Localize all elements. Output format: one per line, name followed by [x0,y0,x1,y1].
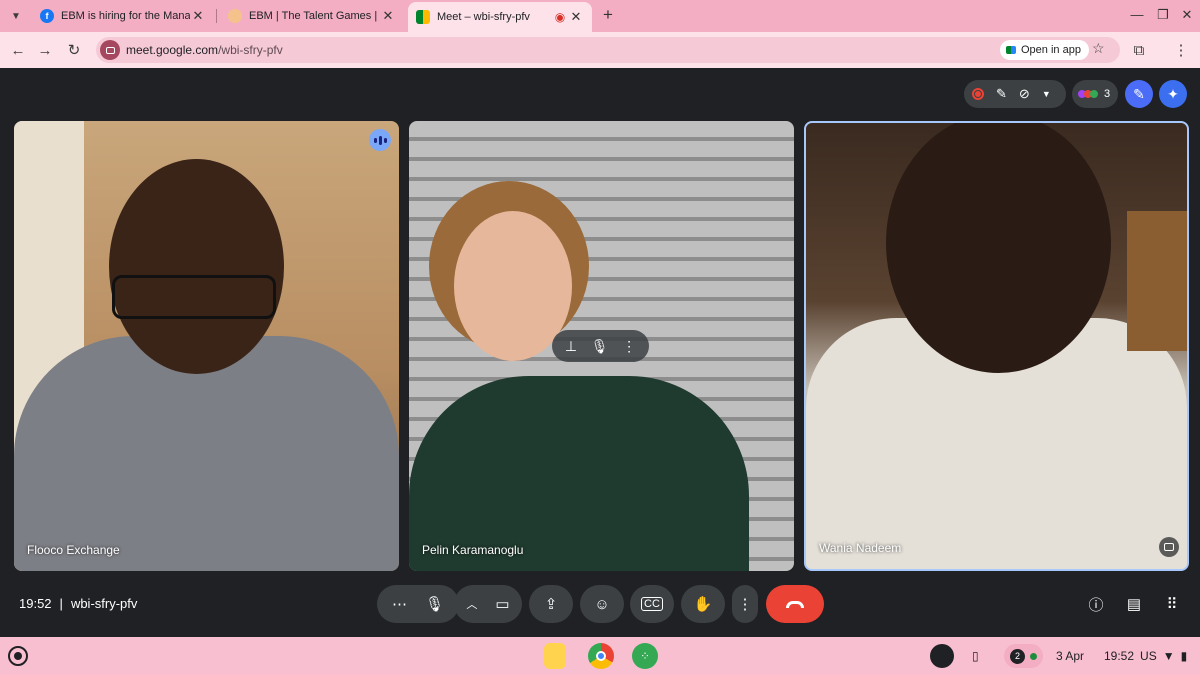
participants-button[interactable]: 3 [1072,80,1118,108]
speaking-indicator-icon [369,129,391,151]
notifications-button[interactable]: 2 [1004,644,1043,668]
camera-icon[interactable]: ▭ [495,595,509,613]
browser-toolbar: ← → ↻ meet.google.com/wbi-sfry-pfv Open … [0,32,1200,68]
more-options-button[interactable]: ⋮ [732,585,758,623]
hand-icon: ✋ [693,596,713,613]
minimize-icon[interactable]: — [1128,7,1146,22]
raise-hand-button[interactable]: ✋ [681,585,725,623]
site-info-icon[interactable] [100,40,120,60]
close-window-icon[interactable]: ✕ [1178,7,1196,23]
launcher-icon[interactable] [8,646,28,666]
more-options-icon: ⋮ [737,596,753,613]
mic-icon[interactable]: 🎙 [425,595,444,613]
captions-button[interactable]: CC [630,585,674,623]
date-label[interactable]: 3 Apr [1056,644,1084,668]
open-in-app-button[interactable]: Open in app [1000,40,1089,60]
url-text[interactable]: meet.google.com/wbi-sfry-pfv [126,43,283,57]
meet-icon [416,10,430,24]
chat-icon[interactable]: ▤ [1122,592,1146,616]
page-icon [228,9,242,23]
audio-options-icon[interactable]: ⋯ [392,595,407,613]
address-bar[interactable]: meet.google.com/wbi-sfry-pfv Open in app… [96,37,1120,63]
files-app-icon[interactable]: ⁘ [632,643,658,669]
reactions-button[interactable]: ☺ [580,585,624,623]
participant-tile[interactable]: Wania Nadeem [804,121,1189,571]
meet-app-icon [1006,46,1016,54]
new-tab-button[interactable]: + [598,5,618,25]
camera-control-group: ︿ ▭ [454,585,522,623]
participant-video [109,159,284,374]
restore-icon[interactable]: ❐ [1154,7,1172,23]
close-tab-icon[interactable]: ✕ [380,8,396,24]
battery-icon: ▮ [1180,649,1188,663]
back-arrow-icon[interactable]: ← [7,39,29,61]
participant-avatars-icon [1078,90,1098,98]
wifi-icon: ▼ [1162,649,1175,663]
close-tab-icon[interactable]: ✕ [568,9,584,25]
extensions-icon[interactable]: ⧉ [1128,39,1150,61]
participant-video [886,123,1111,373]
present-screen-button[interactable]: ⇪ [529,585,573,623]
bookmark-star-icon[interactable]: ☆ [1092,40,1105,57]
tab-search-chevron-icon[interactable]: ▼ [6,6,26,26]
mic-icon[interactable]: 🎙 [591,338,609,355]
more-menu-icon[interactable]: ⋮ [1170,39,1192,61]
phone-hub-icon[interactable]: ▯ [972,644,979,668]
camera-off-icon: ⊘ [1018,86,1030,101]
leave-call-button[interactable] [766,585,824,623]
avatar[interactable] [930,644,954,668]
meeting-status-pill[interactable]: ✎ ⊘ ▼ [964,80,1066,108]
participant-name: Wania Nadeem [819,541,902,555]
keep-app-icon[interactable] [544,643,566,669]
os-shelf: ⁘ ▯ 2 3 Apr 19:52 US ▼ ▮ [0,637,1200,675]
participant-name: Flooco Exchange [27,543,120,557]
meet-stage: ✎ ⊘ ▼ 3 ✎ ✦ Flooco Exchange ⊥ 🎙 ⋮ Pelin … [0,68,1200,637]
captions-icon: CC [641,597,663,611]
system-tray[interactable]: 19:52 US ▼ ▮ [1104,644,1187,668]
forward-arrow-icon[interactable]: → [34,39,56,61]
facebook-icon: f [40,9,54,23]
mic-control-group: ⋯ 🎙 [377,585,459,623]
chevron-down-icon: ▼ [1041,89,1051,99]
pin-icon[interactable]: ⊥ [565,338,577,355]
participant-tile[interactable]: ⊥ 🎙 ⋮ Pelin Karamanoglu [409,121,794,571]
background-frame [1127,211,1187,351]
tab-meet[interactable]: Meet – wbi-sfry-pfv ◉ ✕ [408,2,592,32]
present-screen-icon: ⇪ [544,596,558,613]
expand-icon[interactable] [1159,537,1179,557]
more-options-icon[interactable]: ⋮ [622,338,636,355]
participant-video [409,376,749,571]
activities-icon[interactable]: ⠿ [1160,592,1184,616]
tab-ebm-hiring[interactable]: f EBM is hiring for the Managem ✕ [32,2,214,30]
tab-talent-games[interactable]: EBM | The Talent Games | C-Fa ✕ [220,2,404,30]
chevron-up-icon[interactable]: ︿ [466,596,477,612]
chrome-app-icon[interactable] [588,643,614,669]
tab-separator [216,9,217,23]
meeting-info: 19:52 | wbi-sfry-pfv [19,596,138,611]
status-dot-icon [1030,652,1037,660]
close-tab-icon[interactable]: ✕ [190,8,206,24]
hangup-icon [786,600,804,608]
glasses-shape [112,275,276,319]
ai-notes-icon[interactable]: ✎ [1125,80,1153,108]
recording-icon [972,88,984,100]
status-area [930,644,954,668]
emoji-icon: ☺ [594,595,610,613]
participant-tile[interactable]: Flooco Exchange [14,121,399,571]
meeting-details-icon[interactable]: ⓘ [1084,592,1108,616]
notes-icon: ✎ [996,86,1007,101]
tab-strip: ▼ f EBM is hiring for the Managem ✕ EBM … [0,0,1200,32]
reload-icon[interactable]: ↻ [63,39,85,61]
tile-hover-controls: ⊥ 🎙 ⋮ [552,330,649,362]
recording-indicator-icon: ◉ [554,10,566,24]
participant-name: Pelin Karamanoglu [422,543,524,557]
gemini-sparkle-icon[interactable]: ✦ [1159,80,1187,108]
